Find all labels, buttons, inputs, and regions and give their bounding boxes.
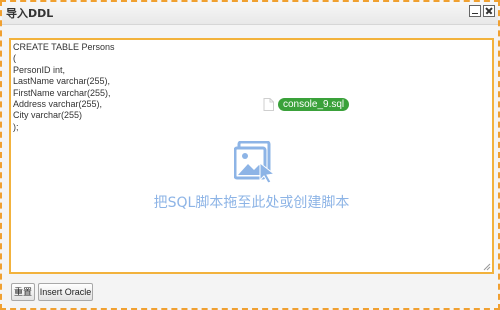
dialog-title: 导入DDL bbox=[6, 7, 54, 20]
insert-oracle-button[interactable]: Insert Oracle bbox=[38, 283, 93, 301]
dragged-file-chip[interactable]: console_9.sql bbox=[263, 98, 350, 111]
ddl-text[interactable]: CREATE TABLE Persons(PersonID int, LastNa… bbox=[13, 42, 115, 133]
code-line: ); bbox=[13, 121, 19, 132]
code-line: ( bbox=[13, 53, 16, 64]
close-icon[interactable] bbox=[483, 5, 495, 17]
ddl-editor[interactable]: CREATE TABLE Persons(PersonID int, LastNa… bbox=[9, 38, 494, 274]
code-line: City varchar(255) bbox=[13, 110, 83, 121]
title-bar[interactable]: 导入DDL bbox=[2, 2, 498, 25]
dragged-file-name: console_9.sql bbox=[278, 98, 350, 111]
drop-hint: 把SQL脚本拖至此处或创建脚本 bbox=[153, 195, 350, 211]
code-line: PersonID int, bbox=[13, 64, 66, 75]
file-icon bbox=[263, 98, 274, 111]
code-line: Address varchar(255), bbox=[13, 99, 103, 110]
code-line: LastName varchar(255), bbox=[13, 76, 111, 87]
image-drop-icon bbox=[234, 141, 276, 183]
resize-grip-icon[interactable] bbox=[483, 263, 491, 271]
import-ddl-dialog: 导入DDL CREATE TABLE Persons(PersonID int,… bbox=[0, 0, 500, 310]
code-line: CREATE TABLE Persons bbox=[13, 42, 115, 52]
code-line: FirstName varchar(255), bbox=[13, 87, 111, 98]
reset-button[interactable]: 重置 bbox=[11, 283, 35, 301]
minimize-icon[interactable] bbox=[469, 5, 481, 17]
